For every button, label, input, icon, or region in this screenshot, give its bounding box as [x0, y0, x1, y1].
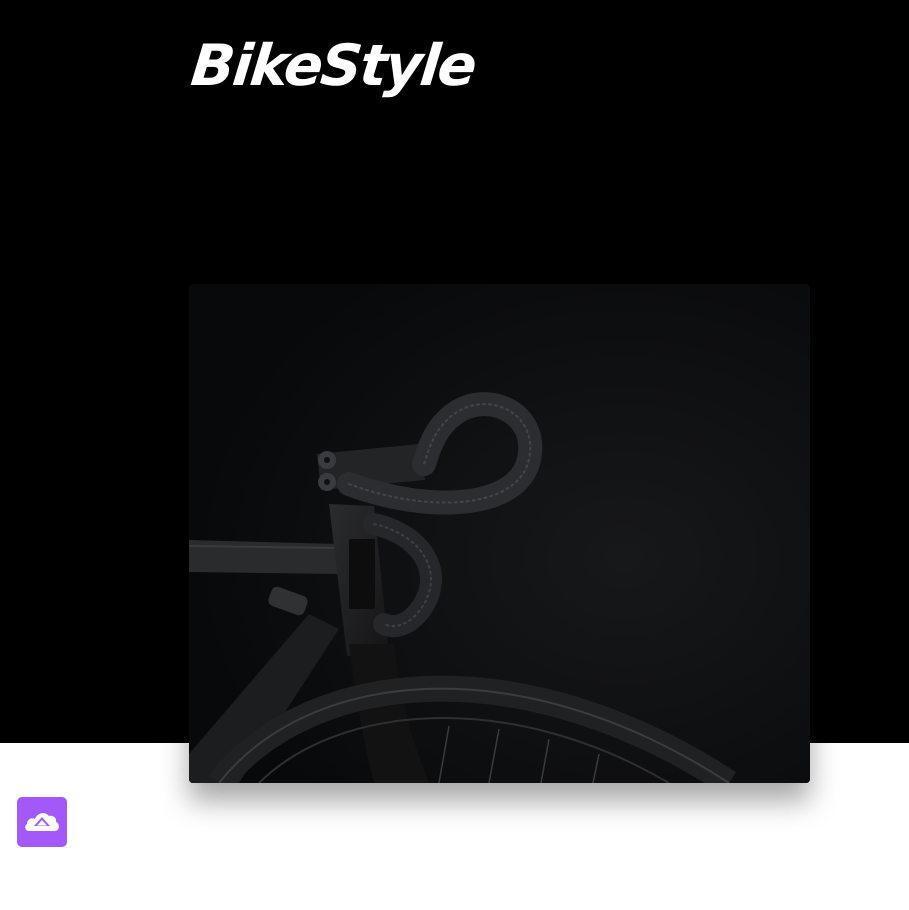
- scroll-to-top-button[interactable]: [17, 797, 67, 847]
- hero-image: [189, 284, 810, 783]
- cloud-upload-icon: [25, 813, 59, 831]
- bicycle-photo: [189, 284, 810, 783]
- page: BikeStyle: [0, 0, 909, 910]
- brand-logo[interactable]: BikeStyle: [188, 33, 478, 100]
